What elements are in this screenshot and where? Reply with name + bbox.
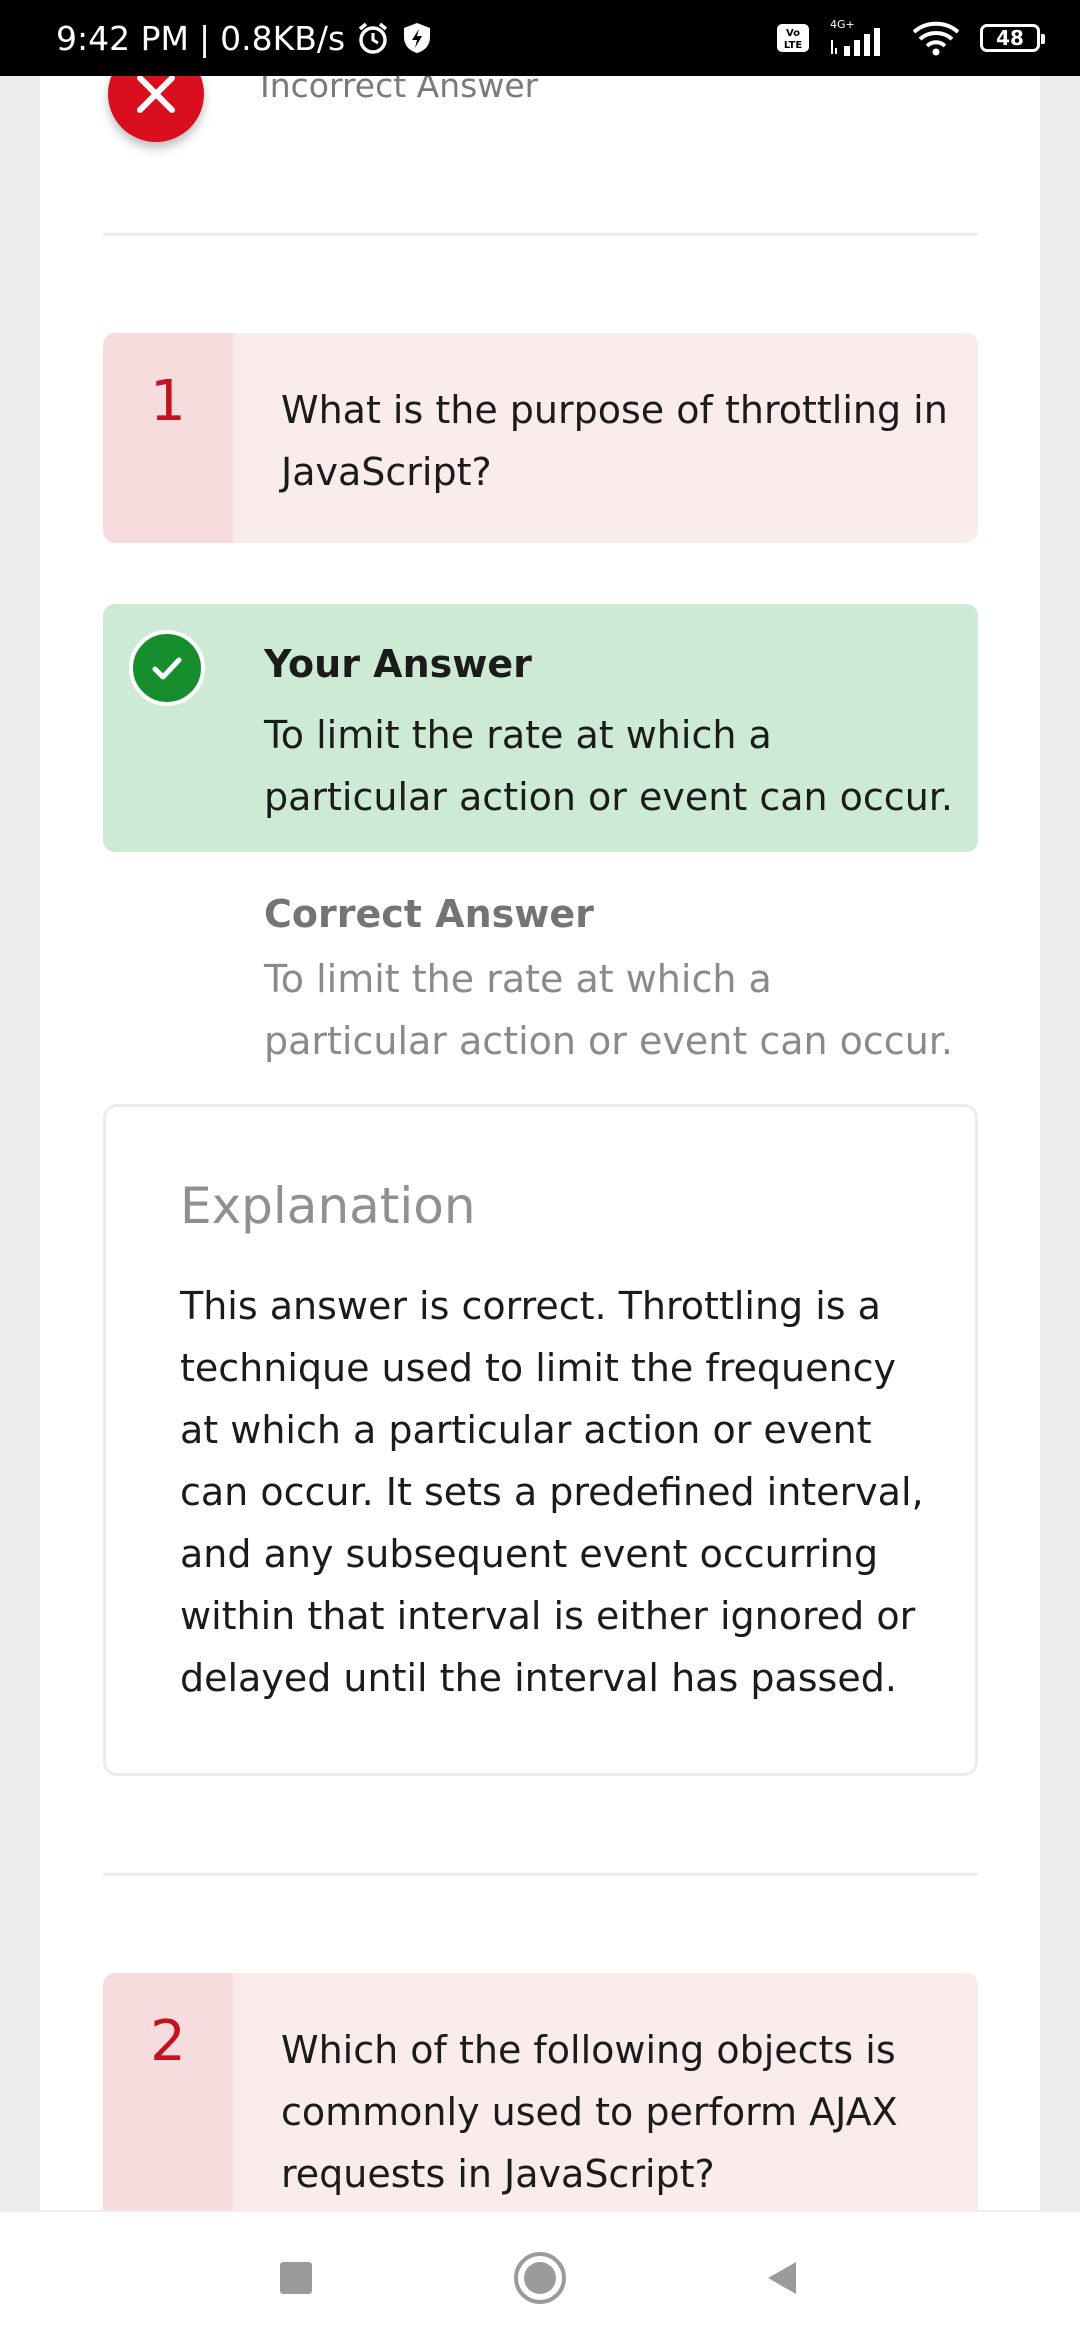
question-card: 2 Which of the following objects is comm… xyxy=(103,1973,978,2233)
svg-text:Vo: Vo xyxy=(786,28,800,39)
wifi-icon xyxy=(910,18,962,58)
quiz-results-card: Incorrect Answer 1 What is the purpose o… xyxy=(40,46,1040,2233)
volte-icon: Vo LTE xyxy=(776,23,810,53)
check-icon xyxy=(129,630,205,706)
svg-text:LTE: LTE xyxy=(784,40,803,51)
question-card: 1 What is the purpose of throttling in J… xyxy=(103,333,978,543)
question-number: 2 xyxy=(103,1973,233,2233)
divider xyxy=(103,233,978,236)
battery-icon: 48 xyxy=(980,24,1045,52)
battery-level: 48 xyxy=(996,26,1024,50)
alarm-icon xyxy=(355,20,391,56)
your-answer-text: To limit the rate at which a particular … xyxy=(264,713,953,819)
explanation-box: Explanation This answer is correct. Thro… xyxy=(103,1104,978,1776)
explanation-text: This answer is correct. Throttling is a … xyxy=(180,1284,924,1700)
your-answer-box: Your Answer To limit the rate at which a… xyxy=(103,604,978,852)
status-time: 9:42 PM xyxy=(56,18,189,58)
correct-answer-label: Correct Answer xyxy=(264,892,594,936)
shield-bolt-icon xyxy=(401,21,433,55)
your-answer-label: Your Answer xyxy=(264,642,532,686)
explanation-title: Explanation xyxy=(180,1177,476,1235)
question-text: What is the purpose of throttling in Jav… xyxy=(281,388,948,494)
divider xyxy=(103,1873,978,1876)
correct-answer-text: To limit the rate at which a particular … xyxy=(264,957,953,1063)
signal-icon: 4G+ xyxy=(828,18,892,58)
question-text: Which of the following objects is common… xyxy=(281,2028,898,2196)
question-number: 1 xyxy=(103,333,233,543)
status-bar: 9:42 PM | 0.8KB/s Vo LTE 4G+ 48 xyxy=(0,0,1080,76)
status-speed: 0.8KB/s xyxy=(220,18,346,58)
system-navigation-bar xyxy=(0,2210,1080,2340)
svg-text:4G+: 4G+ xyxy=(830,18,855,31)
recents-button[interactable] xyxy=(268,2250,324,2306)
status-separator: | xyxy=(198,18,211,58)
back-button[interactable] xyxy=(754,2250,810,2306)
home-button[interactable] xyxy=(512,2250,568,2306)
